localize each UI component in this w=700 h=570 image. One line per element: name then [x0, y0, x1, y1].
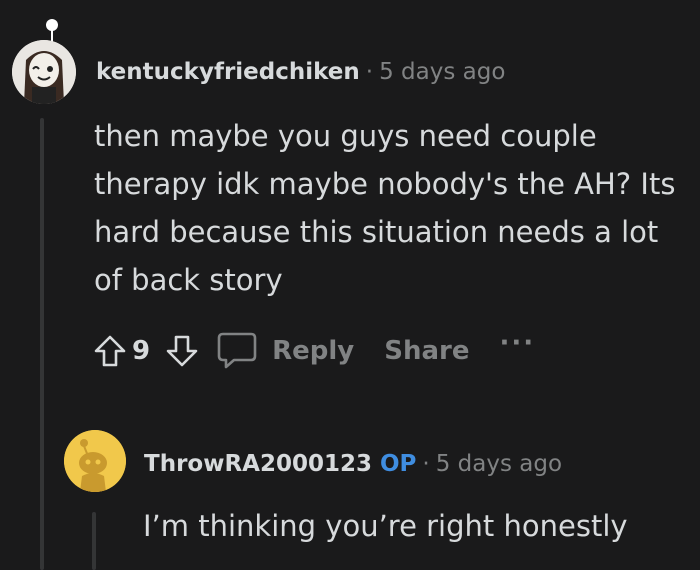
upvote-button[interactable]	[86, 327, 134, 375]
op-badge: OP	[380, 451, 417, 477]
reply-label: Reply	[272, 336, 355, 366]
reply-avatar[interactable]	[64, 430, 126, 492]
arrow-up-outline-icon	[94, 335, 126, 367]
share-button[interactable]: Share	[384, 336, 469, 366]
meta-separator: ·	[422, 451, 430, 477]
downvote-button[interactable]	[158, 327, 206, 375]
reply-thread-line[interactable]	[92, 512, 96, 570]
meta-separator: ·	[365, 59, 374, 85]
avatar[interactable]	[12, 40, 76, 104]
arrow-down-outline-icon	[166, 335, 198, 367]
comment-username[interactable]: kentuckyfriedchiken	[96, 59, 360, 85]
speech-bubble-icon	[217, 332, 257, 369]
reply-body: I’m thinking you’re right honestly	[143, 509, 628, 543]
vote-score: 9	[132, 336, 151, 366]
reply-username[interactable]: ThrowRA2000123	[144, 451, 372, 477]
comment-meta: kentuckyfriedchiken · 5 days ago	[96, 56, 505, 88]
thread-line[interactable]	[40, 118, 44, 570]
snoo-avatar-icon	[64, 430, 126, 492]
comment-body: then maybe you guys need couple therapy …	[94, 119, 676, 297]
reply-meta: ThrowRA2000123 OP · 5 days ago	[144, 448, 562, 480]
reply-button[interactable]: Reply	[216, 331, 354, 371]
reply-timestamp[interactable]: 5 days ago	[436, 451, 562, 477]
user-avatar-icon	[12, 40, 76, 104]
more-options-button[interactable]: ···	[499, 328, 535, 358]
comment-actions: 9 Reply Share ···	[86, 324, 535, 378]
comment-timestamp[interactable]: 5 days ago	[379, 59, 505, 85]
